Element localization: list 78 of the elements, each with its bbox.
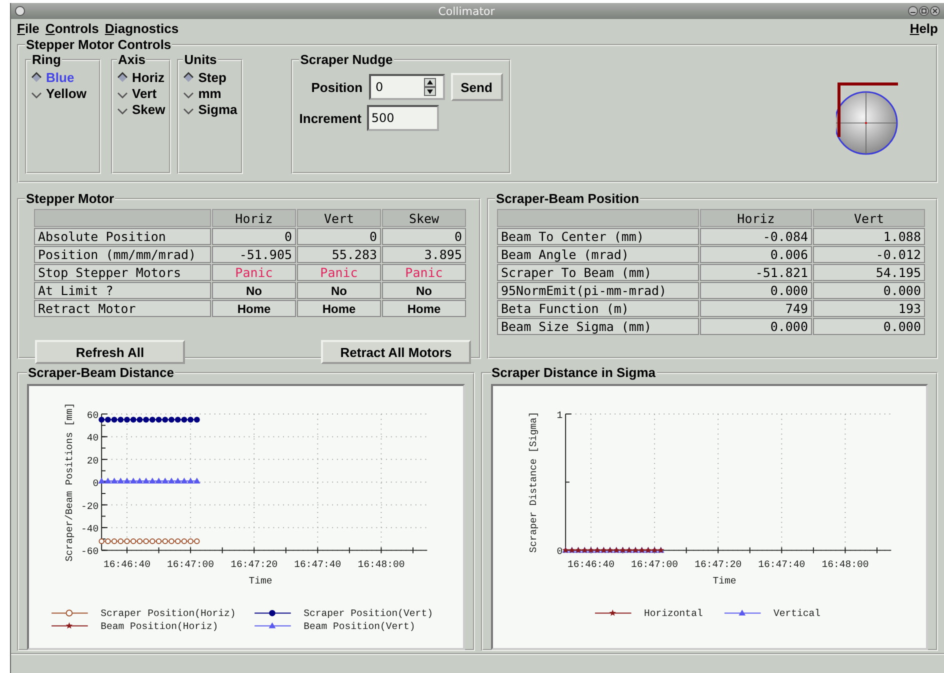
tick-label: 40 bbox=[86, 432, 99, 444]
tick-label: 0 bbox=[556, 546, 562, 558]
table-cell: 0.000 bbox=[700, 282, 812, 299]
row-label: Retract Motor bbox=[34, 300, 211, 317]
table-cell: -0.084 bbox=[700, 228, 812, 245]
row-label: Position (mm/mm/mrad) bbox=[34, 246, 211, 263]
column-header: Horiz bbox=[700, 209, 812, 227]
tick-label: 16:48:00 bbox=[358, 558, 405, 570]
table-cell: 749 bbox=[700, 300, 812, 317]
group-title: Axis bbox=[117, 52, 146, 67]
legend-label: Beam Position(Horiz) bbox=[100, 620, 218, 632]
table-cell: 0 bbox=[297, 228, 381, 245]
group-title: Ring bbox=[31, 52, 62, 67]
table-cell: 193 bbox=[813, 300, 925, 317]
legend-label: Scraper Position(Horiz) bbox=[100, 608, 236, 620]
tick-label: 16:47:40 bbox=[294, 558, 342, 570]
tick-label: -40 bbox=[81, 524, 99, 534]
table-cell: 1.088 bbox=[813, 228, 925, 245]
table-cell: 54.195 bbox=[813, 264, 925, 281]
group-title: Scraper-Beam Position bbox=[495, 191, 640, 206]
window-title: Collimator bbox=[437, 4, 496, 18]
tick-label: 16:46:40 bbox=[566, 558, 614, 570]
table-cell: 0.000 bbox=[813, 318, 925, 335]
group-title: Scraper-Beam Distance bbox=[27, 365, 175, 380]
field-label: Position bbox=[311, 80, 363, 94]
table-cell: -51.821 bbox=[700, 264, 812, 281]
axis-title: Time bbox=[712, 576, 736, 587]
table-cell: -51.905 bbox=[212, 246, 296, 263]
table-cell: -0.012 bbox=[813, 246, 925, 263]
group-title: Scraper Distance in Sigma bbox=[490, 365, 657, 380]
row-label: Beam To Center (mm) bbox=[497, 228, 699, 245]
legend-label: Scraper Position(Vert) bbox=[304, 608, 433, 620]
field-label: Increment bbox=[299, 110, 362, 126]
tick-label: 0 bbox=[92, 478, 99, 490]
group-title: Stepper Motor Controls bbox=[25, 37, 172, 52]
axis-title: Scraper/Beam Positions [mm] bbox=[64, 402, 76, 562]
group-title: Stepper Motor bbox=[25, 191, 116, 206]
tick-label: 16:47:00 bbox=[630, 558, 678, 570]
tick-label: 1 bbox=[556, 410, 562, 421]
legend-label: Horizontal bbox=[644, 608, 702, 620]
limit-indicator: No bbox=[212, 282, 296, 299]
table-cell: 55.283 bbox=[297, 246, 381, 263]
column-header: Vert bbox=[297, 209, 381, 227]
limit-indicator: No bbox=[382, 282, 466, 299]
axis-title: Scraper Distance [Sigma] bbox=[528, 412, 539, 553]
tick-label: 16:47:20 bbox=[694, 558, 742, 570]
row-label: Beta Function (m) bbox=[497, 300, 699, 317]
row-label: Beam Size Sigma (mm) bbox=[497, 318, 699, 335]
table-cell: 0 bbox=[212, 228, 296, 245]
tick-label: -60 bbox=[81, 546, 99, 558]
column-header: Vert bbox=[813, 209, 925, 227]
table-cell: 0 bbox=[382, 228, 466, 245]
row-label: 95NormEmit(pi-mm-mrad) bbox=[497, 282, 699, 299]
row-label: At Limit ? bbox=[34, 282, 211, 299]
table-cell: 0.006 bbox=[700, 246, 812, 263]
tick-label: 16:48:00 bbox=[821, 558, 868, 570]
group-title: Units bbox=[183, 52, 218, 67]
group-title: Scraper Nudge bbox=[299, 52, 394, 67]
row-label: Beam Angle (mrad) bbox=[497, 246, 699, 263]
table-cell: 0.000 bbox=[700, 318, 812, 335]
row-label: Scraper To Beam (mm) bbox=[497, 264, 699, 281]
row-label: Stop Stepper Motors bbox=[34, 264, 211, 281]
tick-label: 60 bbox=[86, 410, 99, 421]
column-header: Horiz bbox=[212, 209, 296, 227]
table-cell: 0.000 bbox=[813, 282, 925, 299]
legend-label: Vertical bbox=[773, 608, 820, 620]
tick-label: 16:47:00 bbox=[167, 558, 214, 570]
tick-label: -20 bbox=[81, 500, 99, 512]
column-header: Skew bbox=[382, 209, 466, 227]
table-cell: 3.895 bbox=[382, 246, 466, 263]
tick-label: 16:47:20 bbox=[230, 558, 278, 570]
tick-label: 20 bbox=[86, 455, 99, 466]
tick-label: 16:46:40 bbox=[103, 558, 151, 570]
limit-indicator: No bbox=[297, 282, 381, 299]
axis-title: Time bbox=[248, 576, 272, 587]
tick-label: 16:47:40 bbox=[758, 558, 805, 570]
legend-label: Beam Position(Vert) bbox=[304, 620, 416, 632]
row-label: Absolute Position bbox=[34, 228, 211, 245]
